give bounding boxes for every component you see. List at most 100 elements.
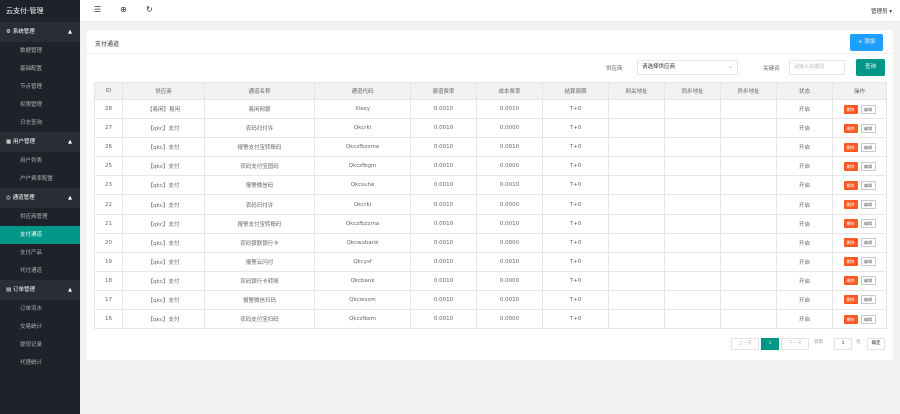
- table-cell: T+0: [542, 270, 609, 291]
- supplier-select[interactable]: 请选择供应商 ⌄: [637, 60, 738, 75]
- table-cell: [720, 156, 777, 177]
- sidebar-group[interactable]: ▤ 订单管理 ▲: [0, 280, 80, 300]
- refresh-icon[interactable]: ↻: [146, 5, 153, 14]
- edit-button[interactable]: 编辑: [860, 200, 876, 210]
- table-row: 25 【qkc】支付 农码支付宝固码 Qkczfbgm 0.0010 0.0000 T+0 开…: [94, 156, 887, 177]
- table-cell: 0.0010: [410, 137, 477, 158]
- sidebar-item[interactable]: 供应商管理: [0, 208, 80, 226]
- table-cell: [664, 156, 721, 177]
- table-cell: T+0: [542, 232, 609, 253]
- table-cell: 【易闲】易闲: [122, 98, 205, 120]
- delete-button[interactable]: 删除: [843, 238, 858, 248]
- sidebar-item[interactable]: 支付产品: [0, 244, 80, 262]
- table-cell: [608, 194, 665, 215]
- sidebar-group-label: 系统管理: [12, 29, 35, 35]
- keyword-input[interactable]: 请输入关键词: [789, 60, 845, 75]
- caret-up-icon: ▲: [68, 29, 72, 35]
- delete-button[interactable]: 删除: [843, 295, 858, 305]
- table-cell: Qkczfbgm: [314, 156, 411, 177]
- delete-button[interactable]: 删除: [843, 276, 858, 286]
- page-1-button[interactable]: 1: [761, 338, 779, 350]
- goto-confirm-button[interactable]: 确定: [867, 338, 885, 350]
- edit-button[interactable]: 编辑: [860, 161, 876, 171]
- table-cell: [720, 270, 777, 291]
- column-header: 通道名称: [204, 82, 315, 100]
- table-cell: T+0: [542, 194, 609, 215]
- table-cell: 28: [94, 98, 123, 120]
- app-logo[interactable]: 云支付-管理: [0, 0, 80, 22]
- table-cell: 17: [94, 289, 123, 311]
- sidebar-group-label: 用户管理: [12, 139, 35, 145]
- edit-button[interactable]: 编辑: [860, 314, 876, 324]
- delete-button[interactable]: 删除: [843, 314, 858, 324]
- table-cell: 开启: [776, 175, 833, 196]
- table-cell: 【qkc】支付: [122, 118, 205, 139]
- delete-button[interactable]: 删除: [843, 219, 858, 229]
- sidebar-item[interactable]: 数据管理: [0, 42, 80, 60]
- edit-button[interactable]: 编辑: [860, 295, 876, 305]
- next-page-button[interactable]: 下一页: [781, 338, 809, 350]
- edit-button[interactable]: 编辑: [860, 180, 876, 190]
- delete-button[interactable]: 删除: [843, 104, 858, 114]
- add-button[interactable]: + 添加: [850, 34, 883, 51]
- sidebar-item[interactable]: 用户列表: [0, 152, 80, 170]
- table-cell: 0.0010: [410, 156, 477, 177]
- table-cell: 开启: [776, 156, 833, 177]
- table-cell: 0.0010: [410, 289, 477, 311]
- sidebar-item[interactable]: 订单流水: [0, 300, 80, 318]
- table-cell: Qkczfbsm: [314, 309, 411, 330]
- delete-button[interactable]: 删除: [843, 200, 858, 210]
- edit-button[interactable]: 编辑: [860, 276, 876, 286]
- table-cell: [608, 309, 665, 330]
- sidebar-item[interactable]: 户户费率配置: [0, 170, 80, 188]
- delete-button[interactable]: 删除: [843, 180, 858, 190]
- table-cell: [720, 175, 777, 196]
- table-cell: 0.0000: [476, 270, 543, 291]
- sidebar-item[interactable]: 权限管理: [0, 96, 80, 114]
- table-cell: 23: [94, 175, 123, 196]
- title-divider: [87, 53, 893, 54]
- edit-button[interactable]: 编辑: [860, 104, 876, 114]
- sidebar-item[interactable]: 节点管理: [0, 78, 80, 96]
- user-menu[interactable]: 管理员 ▾: [871, 7, 892, 15]
- sidebar-group[interactable]: ⚙ 系统管理 ▲: [0, 22, 80, 42]
- table-cell: [720, 137, 777, 158]
- sidebar-group[interactable]: ▦ 用户管理 ▲: [0, 132, 80, 152]
- delete-button[interactable]: 删除: [843, 161, 858, 171]
- sidebar-item[interactable]: 基础配置: [0, 60, 80, 78]
- globe-icon[interactable]: ⊕: [120, 5, 127, 14]
- prev-page-button[interactable]: 上一页: [731, 338, 759, 350]
- menu-toggle-icon[interactable]: ☰: [94, 5, 101, 14]
- delete-button[interactable]: 删除: [843, 123, 858, 133]
- page-number-input[interactable]: 1: [834, 338, 852, 350]
- edit-button[interactable]: 编辑: [860, 238, 876, 248]
- table-cell: 农码支付宝扫码: [204, 309, 315, 330]
- table-cell: 开启: [776, 118, 833, 139]
- sidebar-item[interactable]: 支付通道: [0, 226, 80, 244]
- table-cell: 0.0000: [476, 194, 543, 215]
- delete-button[interactable]: 删除: [843, 142, 858, 152]
- table-row: 19 【qkc】支付 报警云闪付 Qkcysf 0.0010 0.0010 T+0 开启 删除编…: [94, 251, 887, 272]
- channel-table: ID 供应商 通道名称 通道代码 渠道费率 成本费率 结算周期 网关地址 同步地址 异步地址 状态操…: [94, 82, 887, 330]
- actions-cell: 删除 编辑: [832, 98, 887, 120]
- sidebar-group-label: 订单管理: [12, 287, 35, 293]
- sidebar-item[interactable]: 代理统计: [0, 354, 80, 372]
- edit-button[interactable]: 编辑: [860, 257, 876, 267]
- table-cell: 0.0010: [476, 98, 543, 120]
- column-header: 供应商: [122, 82, 205, 100]
- delete-button[interactable]: 删除: [843, 257, 858, 267]
- edit-button[interactable]: 编辑: [860, 219, 876, 229]
- table-cell: [664, 175, 721, 196]
- sidebar-group[interactable]: ◎ 通道管理 ▲: [0, 188, 80, 208]
- query-button[interactable]: 查询: [856, 59, 885, 76]
- edit-button[interactable]: 编辑: [860, 142, 876, 152]
- sidebar-item[interactable]: 代付通道: [0, 262, 80, 280]
- sidebar-item[interactable]: 提现记录: [0, 336, 80, 354]
- table-cell: T+0: [542, 98, 609, 120]
- sidebar-item[interactable]: 日志查询: [0, 114, 80, 132]
- edit-button[interactable]: 编辑: [860, 123, 876, 133]
- column-header: 状态: [776, 82, 833, 100]
- table-cell: 报警支付宝转账码: [204, 213, 315, 234]
- sidebar-item[interactable]: 交易统计: [0, 318, 80, 336]
- table-cell: 农码银联银行卡: [204, 232, 315, 253]
